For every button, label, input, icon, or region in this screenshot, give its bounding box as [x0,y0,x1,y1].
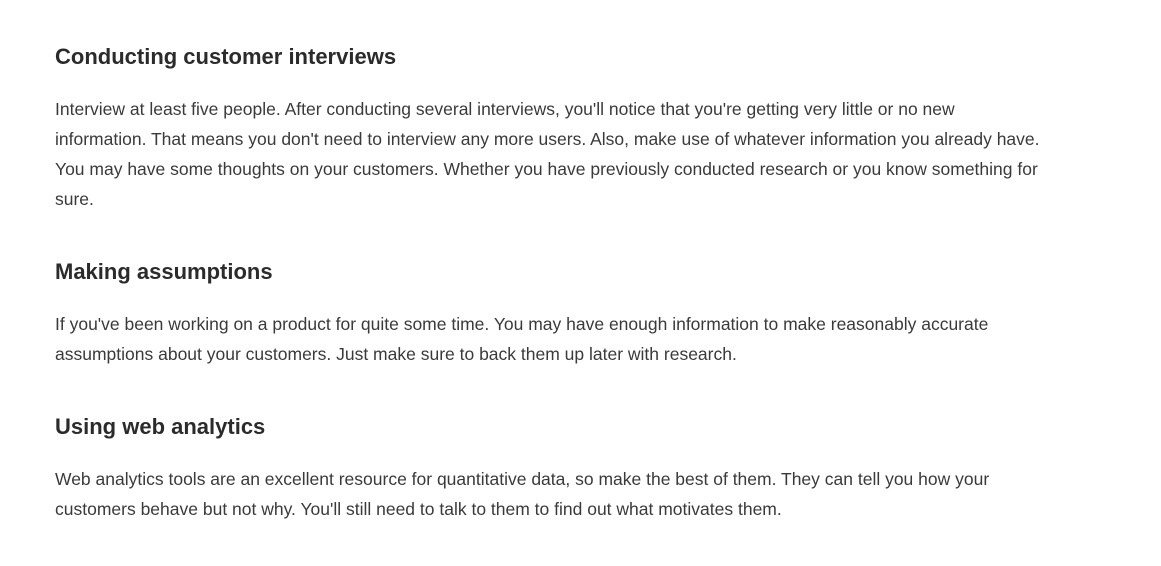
section-body: Interview at least five people. After co… [55,99,1040,209]
section-heading: Making assumptions [55,259,273,284]
section-body: If you've been working on a product for … [55,314,989,364]
section-heading: Conducting customer interviews [55,44,397,69]
section-heading: Using web analytics [55,414,266,439]
section-body: Web analytics tools are an excellent res… [55,469,990,519]
